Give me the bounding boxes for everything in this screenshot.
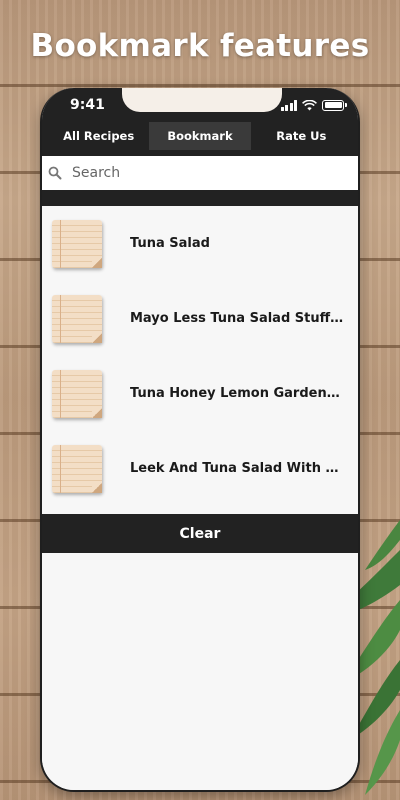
tab-all-recipes[interactable]: All Recipes [48, 122, 149, 150]
clear-button[interactable]: Clear [42, 514, 358, 553]
phone-notch [122, 88, 282, 112]
bookmark-item[interactable]: Leek And Tuna Salad With Vine... [42, 431, 358, 506]
bookmark-item[interactable]: Tuna Salad [42, 206, 358, 281]
status-time: 9:41 [70, 97, 105, 113]
note-paper-icon [52, 294, 102, 343]
note-paper-icon [52, 369, 102, 418]
promo-title: Bookmark features [30, 28, 370, 64]
bookmark-title: Leek And Tuna Salad With Vine... [130, 461, 344, 476]
bookmark-title: Mayo Less Tuna Salad Stuffed A... [130, 311, 344, 326]
wifi-icon [302, 99, 317, 110]
bookmark-title: Tuna Honey Lemon Garden Salad [130, 386, 344, 401]
app-screen: 9:41 All Recipes Bookmark Rate Us Search… [42, 88, 358, 790]
status-icons [280, 98, 347, 112]
empty-content-area [42, 553, 358, 790]
signal-icon [280, 99, 297, 111]
header-divider [42, 190, 358, 206]
search-input[interactable] [70, 164, 324, 182]
battery-icon [322, 99, 347, 111]
phone-frame: 9:41 All Recipes Bookmark Rate Us Search… [40, 88, 360, 792]
bookmark-item[interactable]: Tuna Honey Lemon Garden Salad [42, 356, 358, 431]
bookmark-list: Tuna Salad Mayo Less Tuna Salad Stuffed … [42, 206, 358, 506]
tab-rate-us[interactable]: Rate Us [251, 122, 352, 150]
app-header: 9:41 All Recipes Bookmark Rate Us [42, 88, 358, 156]
bookmark-title: Tuna Salad [130, 236, 210, 251]
tab-bookmark[interactable]: Bookmark [149, 122, 251, 150]
tab-bar: All Recipes Bookmark Rate Us [42, 122, 358, 150]
search-bar[interactable] [42, 156, 358, 190]
bookmark-item[interactable]: Mayo Less Tuna Salad Stuffed A... [42, 281, 358, 356]
search-icon [48, 166, 62, 180]
note-paper-icon [52, 219, 102, 268]
note-paper-icon [52, 444, 102, 493]
